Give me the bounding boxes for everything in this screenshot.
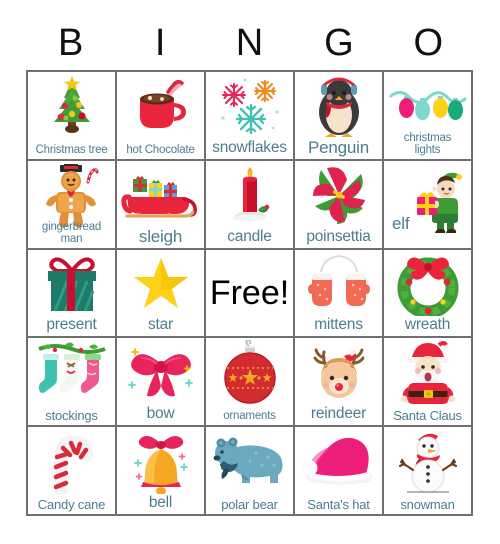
bingo-cell-label: Santa's hat (307, 496, 370, 512)
candle-icon (206, 163, 293, 229)
bingo-cell-gingerbread-man[interactable]: gingerbread man (28, 160, 117, 250)
bingo-cell-free-space[interactable]: Free! (206, 249, 295, 339)
gingerbread-man-icon (28, 163, 115, 229)
sleigh-icon (117, 163, 204, 229)
bingo-cell-bell[interactable]: bell (117, 427, 206, 516)
bingo-cell-label: bell (148, 494, 173, 511)
bingo-header: B I N G O (26, 20, 473, 66)
bingo-cell-reindeer[interactable]: reindeer (295, 338, 384, 428)
santas-hat-icon (295, 429, 382, 495)
bingo-cell-present[interactable]: present (28, 249, 117, 339)
bingo-cell-penguin[interactable]: Penguin (295, 72, 384, 161)
bingo-cell-label: polar bear (221, 496, 278, 512)
bingo-cell-label: ornaments (223, 410, 276, 423)
bingo-cell-label: poinsettia (306, 227, 371, 245)
bingo-grid: Christmas tree hot Chocolate snowflakes … (26, 70, 473, 516)
stockings-icon (28, 340, 115, 406)
reindeer-icon (295, 340, 382, 406)
mittens-icon (295, 252, 382, 318)
bingo-cell-santas-hat[interactable]: Santa's hat (295, 427, 384, 516)
bingo-card: B I N G O Christmas tree hot Chocolate s… (0, 0, 500, 544)
bingo-cell-star[interactable]: star (117, 249, 206, 339)
star-icon (117, 252, 204, 318)
bingo-cell-label: snowman (400, 496, 455, 512)
christmas-tree-icon (28, 74, 115, 140)
bingo-cell-christmas-lights[interactable]: christmas lights (384, 72, 473, 161)
bingo-cell-label: gingerbread man (41, 220, 102, 245)
christmas-lights-icon (384, 74, 471, 140)
bingo-cell-label: Penguin (308, 137, 369, 157)
snowman-icon (384, 429, 471, 495)
bingo-cell-ornaments[interactable]: ornaments (206, 338, 295, 428)
wreath-icon (384, 252, 471, 318)
bow-icon (117, 340, 204, 406)
bingo-cell-elf[interactable]: elf (384, 160, 473, 250)
ornaments-icon (206, 340, 293, 406)
polar-bear-icon (206, 429, 293, 495)
bingo-cell-label: christmas lights (403, 131, 452, 156)
bingo-cell-santa-claus[interactable]: Santa Claus (384, 338, 473, 428)
bingo-cell-snowflakes[interactable]: snowflakes (206, 72, 295, 161)
bingo-cell-label: stockings (45, 407, 98, 423)
header-letter-o: O (413, 22, 444, 64)
bingo-cell-label: sleigh (138, 226, 183, 246)
bingo-cell-label: present (46, 316, 97, 334)
header-letter-n: N (235, 22, 264, 64)
poinsettia-icon (295, 163, 382, 229)
present-icon (28, 252, 115, 318)
free-space-label: Free! (209, 273, 290, 312)
bingo-cell-poinsettia[interactable]: poinsettia (295, 160, 384, 250)
candy-cane-icon (28, 429, 115, 495)
bingo-cell-bow[interactable]: bow (117, 338, 206, 428)
bingo-cell-candle[interactable]: candle (206, 160, 295, 250)
bingo-cell-label: mittens (314, 316, 363, 334)
bingo-cell-label: star (147, 316, 174, 334)
hot-chocolate-icon (117, 74, 204, 140)
bingo-cell-label: elf (392, 213, 410, 233)
bingo-cell-snowman[interactable]: snowman (384, 427, 473, 516)
header-letter-i: I (154, 22, 166, 64)
bingo-cell-polar-bear[interactable]: polar bear (206, 427, 295, 516)
penguin-icon (295, 74, 382, 140)
bingo-cell-label: reindeer (310, 405, 367, 423)
bingo-cell-sleigh[interactable]: sleigh (117, 160, 206, 250)
bingo-cell-hot-chocolate[interactable]: hot Chocolate (117, 72, 206, 161)
bingo-cell-label: snowflakes (212, 138, 287, 156)
bingo-cell-wreath[interactable]: wreath (384, 249, 473, 339)
bingo-cell-mittens[interactable]: mittens (295, 249, 384, 339)
bingo-cell-candy-cane[interactable]: Candy cane (28, 427, 117, 516)
header-letter-g: G (324, 22, 354, 64)
snowflakes-icon (206, 74, 293, 140)
santa-claus-icon (384, 340, 471, 406)
free-space-text: Free! (206, 250, 293, 337)
bingo-cell-stockings[interactable]: stockings (28, 338, 117, 428)
bingo-cell-label: wreath (404, 316, 451, 334)
bingo-cell-label: candle (227, 227, 272, 245)
bingo-cell-label: Santa Claus (393, 407, 462, 423)
bingo-cell-label: bow (146, 405, 175, 423)
header-letter-b: B (58, 22, 84, 64)
bingo-cell-label: Christmas tree (35, 143, 108, 156)
bingo-cell-christmas-tree[interactable]: Christmas tree (28, 72, 117, 161)
bingo-cell-label: Candy cane (37, 496, 106, 512)
bell-icon (117, 429, 204, 495)
bingo-cell-label: hot Chocolate (126, 143, 195, 156)
